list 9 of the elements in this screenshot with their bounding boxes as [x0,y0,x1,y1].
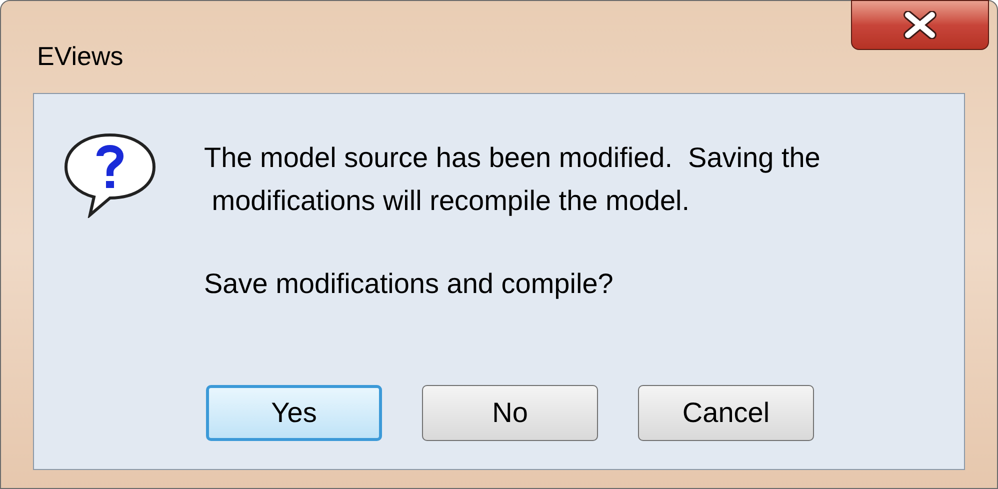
question-text: Save modifications and compile? [204,267,614,301]
question-icon [62,132,158,218]
message-text: The model source has been modified. Saving the modifications will recompile the model. [204,141,820,218]
dialog-button[interactable]: Cancel [638,385,814,441]
close-button[interactable] [851,0,989,50]
dialog-button[interactable]: No [422,385,598,441]
close-icon [903,11,937,39]
window-title: EViews [37,40,124,73]
dialog-button[interactable]: Yes [206,385,382,441]
